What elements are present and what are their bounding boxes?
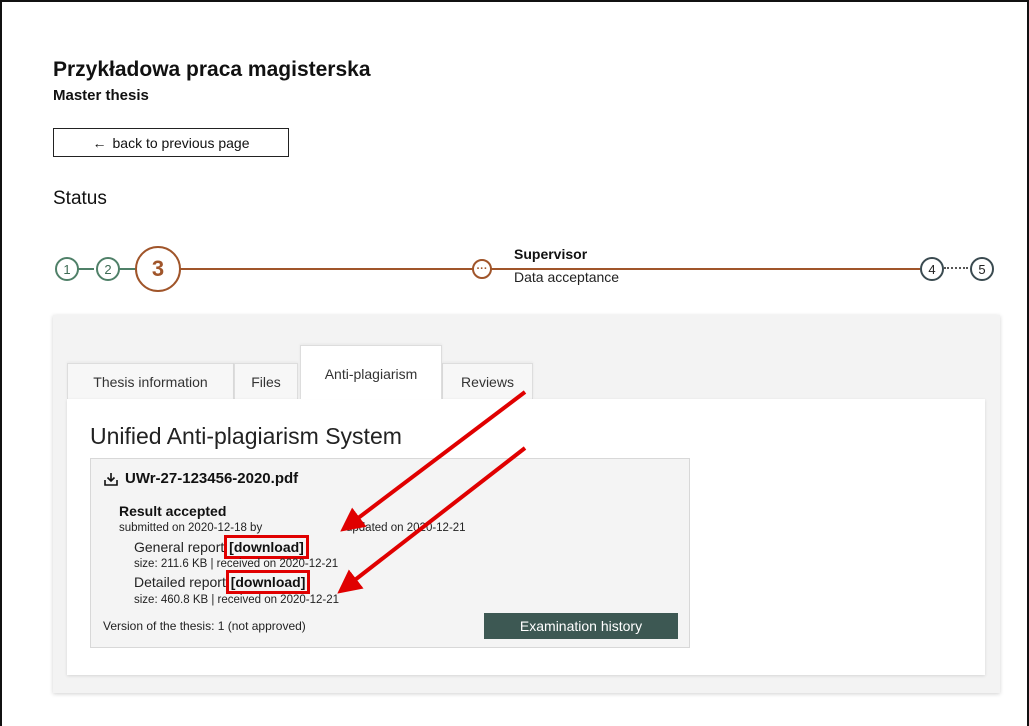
detailed-report-meta: size: 460.8 KB | received on 2020-12-21: [134, 594, 340, 606]
download-icon: [104, 472, 118, 486]
details-panel: Thesis information Files Anti-plagiarism…: [53, 315, 1000, 693]
step-connector-dotted: [944, 267, 968, 269]
step-connector: [180, 268, 474, 270]
step-connector: [118, 268, 136, 270]
updated-info: updated on 2020-12-21: [346, 522, 466, 534]
report-card: UWr-27-123456-2020.pdf Result accepted s…: [90, 458, 690, 648]
general-report-row: General report [download]: [134, 535, 309, 559]
back-button[interactable]: ← back to previous page: [53, 128, 289, 157]
examination-history-button[interactable]: Examination history: [484, 613, 678, 639]
arrow-left-icon: ←: [92, 134, 107, 151]
general-report-meta: size: 211.6 KB | received on 2020-12-21: [134, 558, 339, 570]
detailed-report-row: Detailed report [download]: [134, 570, 311, 594]
general-report-download-link[interactable]: [download]: [224, 535, 309, 559]
step-2: 2: [96, 257, 120, 281]
file-name: UWr-27-123456-2020.pdf: [125, 470, 299, 487]
submitted-info: submitted on 2020-12-18 by: [119, 522, 263, 534]
general-report-label: General report: [134, 539, 225, 555]
page-title: Przykładowa praca magisterska: [53, 58, 371, 81]
status-heading: Status: [53, 188, 107, 209]
substep-name: Data acceptance: [514, 269, 620, 285]
thesis-version: Version of the thesis: 1 (not approved): [103, 619, 306, 633]
file-download-link[interactable]: UWr-27-123456-2020.pdf: [103, 470, 298, 487]
page-subtitle: Master thesis: [53, 87, 149, 104]
step-5: 5: [970, 257, 994, 281]
substep-role: Supervisor: [514, 246, 588, 262]
back-button-label: back to previous page: [112, 134, 250, 151]
substep-icon: ···: [472, 259, 492, 279]
tab-reviews[interactable]: Reviews: [442, 363, 533, 399]
result-status: Result accepted: [119, 503, 227, 519]
step-connector: [78, 268, 94, 270]
step-4: 4: [920, 257, 944, 281]
tab-files[interactable]: Files: [234, 363, 298, 399]
tab-thesis-information[interactable]: Thesis information: [67, 363, 234, 399]
detailed-report-label: Detailed report: [134, 574, 226, 590]
status-stepper: 1 2 3 ··· Supervisor Data acceptance 4 5: [0, 240, 1029, 300]
anti-plagiarism-content: Unified Anti-plagiarism System UWr-27-12…: [67, 399, 985, 675]
step-1: 1: [55, 257, 79, 281]
step-3-current: 3: [135, 246, 181, 292]
section-title: Unified Anti-plagiarism System: [90, 423, 402, 449]
tab-anti-plagiarism[interactable]: Anti-plagiarism: [300, 345, 442, 399]
detailed-report-download-link[interactable]: [download]: [225, 570, 311, 594]
